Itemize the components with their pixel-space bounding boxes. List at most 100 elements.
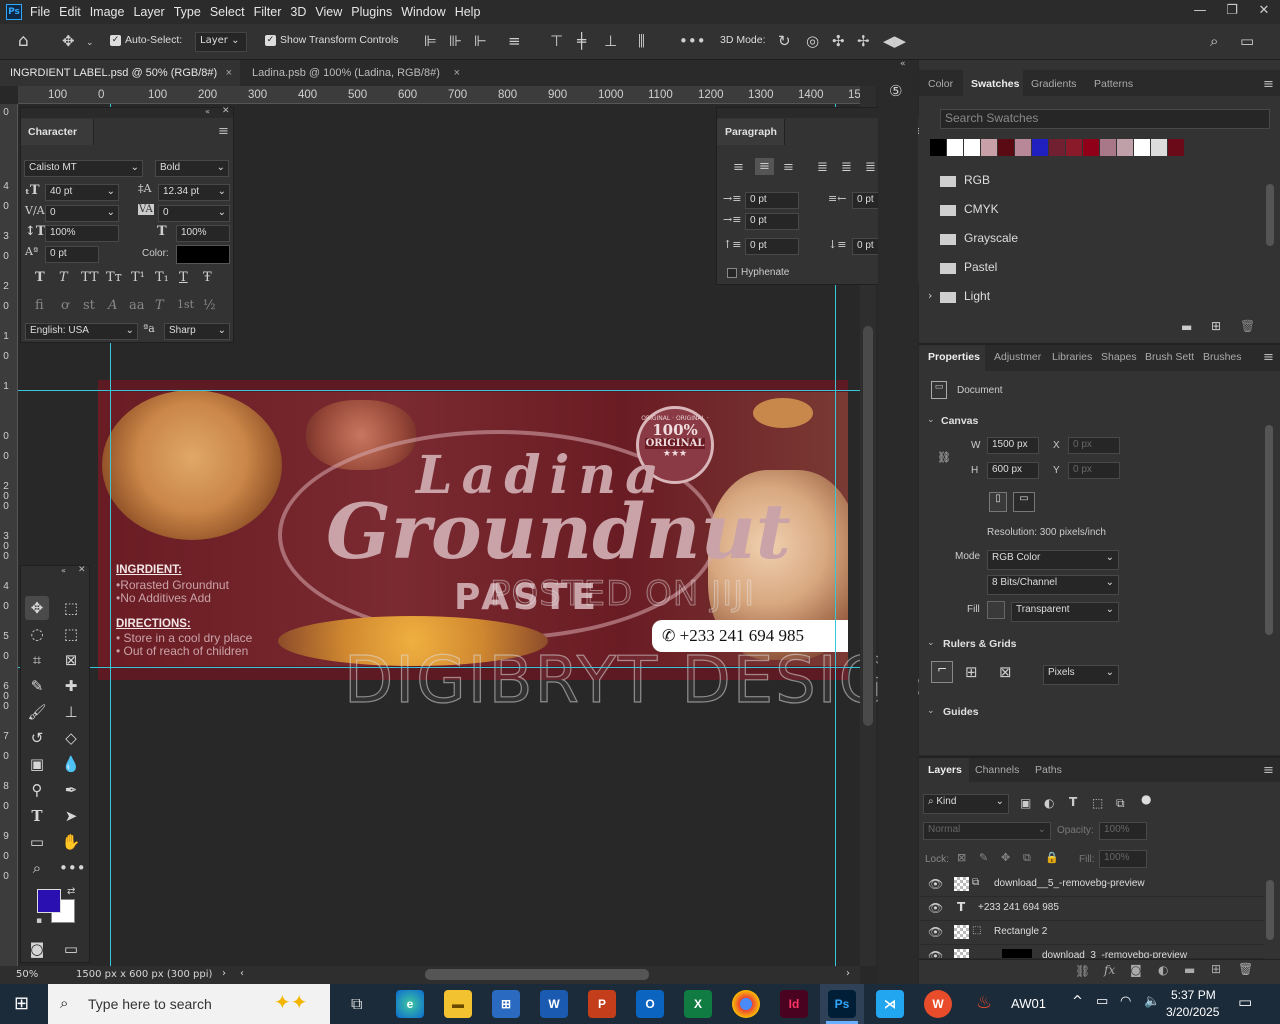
swatch-group-grayscale[interactable]: Grayscale (964, 231, 1018, 245)
type-tool-icon[interactable]: T (25, 804, 49, 828)
new-group-icon[interactable]: ▬ (1184, 963, 1195, 977)
menu-3d[interactable]: 3D (290, 5, 306, 19)
justify-right-icon[interactable]: ≣ (865, 160, 876, 175)
move-tool-icon[interactable]: ✥ (62, 33, 75, 49)
justify-left-icon[interactable]: ≣ (817, 160, 828, 175)
3d-slide-icon[interactable]: ✢ (857, 33, 870, 49)
layer-row[interactable]: 👁 download_3_-removebg-preview (920, 945, 1264, 959)
close-icon[interactable]: ✕ (222, 106, 230, 116)
layer-filter-dropdown[interactable]: ⌕ Kind ⌄ (923, 794, 1009, 814)
blend-mode-dropdown[interactable]: Normal ⌄ (923, 822, 1051, 840)
indesign-icon[interactable]: Id (780, 990, 808, 1018)
tracking-field[interactable]: 0 ⌄ (158, 205, 230, 222)
more-options-icon[interactable]: ••• (679, 33, 706, 49)
tab-shapes[interactable]: Shapes (1101, 351, 1137, 363)
swap-colors-icon[interactable]: ⇄ (67, 886, 75, 897)
lock-artboard-icon[interactable]: ⧉ (1023, 851, 1031, 865)
color-swatch[interactable] (1066, 139, 1082, 156)
height-field[interactable]: 600 px (987, 462, 1039, 479)
visibility-eye-icon[interactable]: 👁 (928, 949, 943, 958)
justify-center-icon[interactable]: ≣ (841, 160, 852, 175)
lock-transparent-icon[interactable]: ⊠ (957, 851, 966, 864)
color-swatch[interactable] (981, 139, 997, 156)
align-left-icon[interactable]: ⊫ (424, 33, 437, 49)
tab-layers[interactable]: Layers (928, 764, 962, 776)
hyphenate-checkbox[interactable] (727, 268, 737, 278)
tab-ladina[interactable]: Ladina.psb @ 100% (Ladina, RGB/8#) × (242, 60, 470, 86)
search-swatches-input[interactable]: Search Swatches (940, 109, 1270, 129)
menu-image[interactable]: Image (90, 5, 125, 19)
guide-horizontal[interactable] (18, 390, 860, 391)
menu-layer[interactable]: Layer (133, 5, 164, 19)
screen-mode-icon[interactable]: ▭ (59, 937, 83, 961)
move-tool-icon[interactable]: ✥ (25, 596, 49, 620)
link-layers-icon[interactable]: ⛓ (1075, 964, 1090, 978)
tab-patterns[interactable]: Patterns (1094, 78, 1133, 90)
tab-ingrdient-label[interactable]: INGRDIENT LABEL.psd @ 50% (RGB/8#) × (0, 60, 240, 86)
tab-properties[interactable]: Properties (928, 351, 980, 363)
anti-alias-dropdown[interactable]: Sharp ⌄ (164, 323, 230, 340)
auto-select-checkbox[interactable]: ✓ (110, 35, 121, 46)
menu-edit[interactable]: Edit (59, 5, 81, 19)
menu-window[interactable]: Window (401, 5, 445, 19)
color-swatch[interactable] (1015, 139, 1031, 156)
align-left-text-icon[interactable]: ≡ (733, 160, 744, 175)
foreground-color-swatch[interactable] (37, 889, 61, 913)
swatch-group-light[interactable]: Light (964, 289, 990, 303)
x-field[interactable]: 0 px (1068, 437, 1120, 454)
close-icon[interactable]: ✕ (78, 565, 86, 575)
task-view-icon[interactable]: ⧉ (351, 994, 362, 1014)
horizontal-scroll-thumb[interactable] (425, 969, 649, 980)
3d-orbit-icon[interactable]: ↻ (778, 33, 791, 49)
weather-icon[interactable]: ♨ (976, 992, 992, 1013)
small-caps-icon[interactable]: Tт (106, 270, 122, 285)
filter-type-icon[interactable]: T (1069, 795, 1077, 809)
scroll-right-icon[interactable]: › (846, 968, 850, 979)
color-swatch[interactable] (964, 139, 980, 156)
label-artwork[interactable]: ORIGINAL · ORIGINAL · 100% ORIGINAL ★★★ … (98, 380, 848, 680)
swatch-group-rgb[interactable]: RGB (964, 173, 990, 187)
chevron-down-icon[interactable]: ⌄ (86, 35, 94, 51)
landscape-orientation-icon[interactable]: ▭ (1013, 492, 1035, 512)
faux-bold-icon[interactable]: T (35, 270, 45, 285)
visibility-eye-icon[interactable]: 👁 (928, 925, 943, 939)
ligature-icon[interactable]: fi (35, 298, 44, 313)
all-caps-icon[interactable]: TT (81, 270, 99, 285)
show-transform-checkbox[interactable]: ✓ (265, 35, 276, 46)
chevron-up-icon[interactable]: ^ (1072, 994, 1083, 1009)
align-center-text-icon[interactable]: ≡ (755, 158, 774, 175)
zoom-tool-icon[interactable]: ⌕ (25, 856, 49, 880)
wps-icon[interactable]: W (924, 990, 952, 1018)
volume-icon[interactable]: 🔈 (1144, 994, 1160, 1009)
restore-button[interactable]: ❐ (1216, 0, 1248, 24)
color-swatch[interactable] (930, 139, 946, 156)
text-color-swatch[interactable] (176, 245, 230, 264)
clone-stamp-tool-icon[interactable]: ⊥ (59, 700, 83, 724)
align-right-icon[interactable]: ⊩ (474, 33, 487, 49)
adjustment-layer-icon[interactable]: ◐ (1158, 963, 1168, 977)
excel-icon[interactable]: X (684, 990, 712, 1018)
battery-icon[interactable]: ▭ (1096, 994, 1108, 1009)
underline-icon[interactable]: T (179, 270, 188, 285)
layer-row[interactable]: 👁 ⧉ download__5_-removebg-preview (920, 873, 1264, 897)
ruler-toggle-icon[interactable]: ⌐ (931, 661, 953, 683)
first-line-indent-field[interactable]: 0 pt (745, 213, 799, 230)
color-swatch[interactable] (998, 139, 1014, 156)
3d-scale-icon[interactable]: ◀▶ (883, 33, 906, 49)
bit-depth-dropdown[interactable]: 8 Bits/Channel ⌄ (987, 575, 1119, 595)
taskbar-search-box[interactable]: ⌕ Type here to search ✦✦ (48, 984, 330, 1024)
tab-channels[interactable]: Channels (975, 764, 1019, 776)
default-colors-icon[interactable]: ▪ (36, 916, 42, 926)
close-icon[interactable]: × (226, 60, 232, 86)
chevron-right-icon[interactable]: › (222, 968, 226, 979)
baseline-shift-field[interactable]: 0 pt (45, 246, 99, 263)
filter-toggle-icon[interactable]: ● (1141, 792, 1151, 806)
menu-help[interactable]: Help (455, 5, 481, 19)
3d-roll-icon[interactable]: ◎ (806, 33, 819, 49)
store-icon[interactable]: ⊞ (492, 990, 520, 1018)
menu-file[interactable]: File (30, 5, 50, 19)
properties-scrollbar[interactable] (1265, 425, 1273, 635)
language-dropdown[interactable]: English: USA ⌄ (25, 323, 138, 340)
document-info[interactable]: 1500 px x 600 px (300 ppi) (76, 969, 212, 980)
old-style-icon[interactable]: ơ (61, 298, 69, 313)
